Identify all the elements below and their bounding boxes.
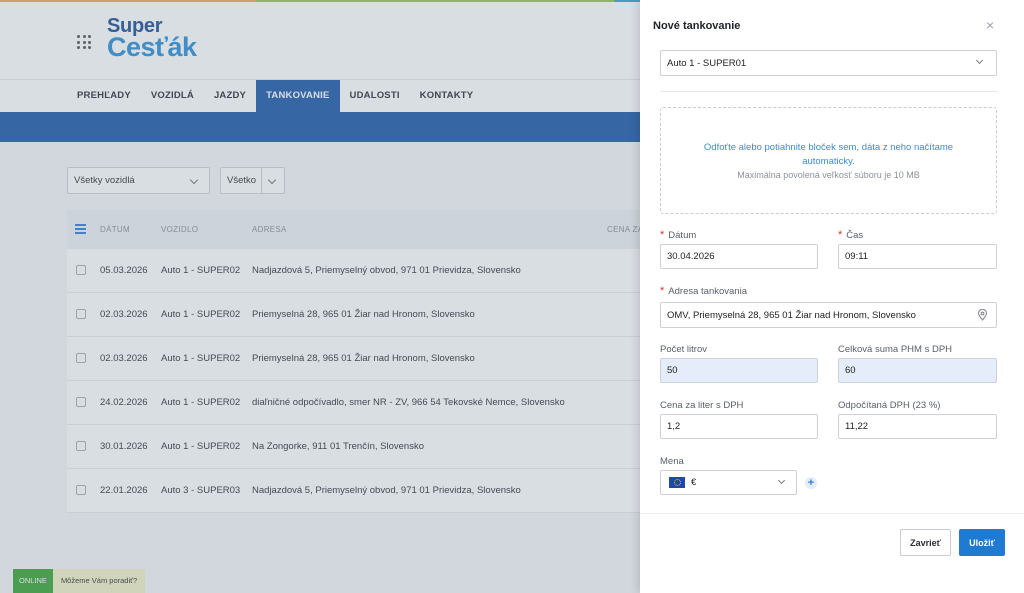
required-marker: *	[660, 285, 665, 297]
vat-label: Odpočítaná DPH (23 %)	[838, 400, 941, 411]
new-refueling-panel: Nové tankovanie × Auto 1 - SUPER01 Odfoť…	[640, 0, 1024, 593]
unit-price-label: Cena za liter s DPH	[660, 400, 744, 411]
unit-price-field[interactable]: 1,2	[660, 414, 818, 439]
currency-label: Mena	[660, 456, 684, 467]
address-label-text: Adresa tankovania	[668, 286, 747, 297]
address-field[interactable]: OMV, Priemyselná 28, 965 01 Žiar nad Hro…	[660, 302, 997, 328]
date-field[interactable]: 30.04.2026	[660, 244, 818, 269]
required-marker: *	[838, 229, 843, 241]
dropzone-text: Odfoťte alebo potiahnite bloček sem, dát…	[703, 142, 954, 167]
liters-label: Počet litrov	[660, 344, 707, 355]
time-field-value: 09:11	[845, 251, 869, 262]
total-field-value: 60	[845, 365, 856, 376]
location-pin-icon[interactable]	[977, 309, 988, 321]
vehicle-select[interactable]: Auto 1 - SUPER01	[660, 50, 997, 76]
close-icon[interactable]: ×	[986, 18, 994, 32]
panel-footer: Zavrieť Uložiť	[640, 513, 1024, 593]
dropzone-hint: Maximálna povolená veľkosť súboru je 10 …	[737, 170, 920, 180]
eu-flag-icon	[669, 477, 685, 488]
liters-field[interactable]: 50	[660, 358, 818, 383]
address-field-value: OMV, Priemyselná 28, 965 01 Žiar nad Hro…	[667, 309, 916, 321]
time-label-text: Čas	[846, 230, 864, 241]
save-button[interactable]: Uložiť	[959, 529, 1005, 556]
date-label-text: Dátum	[668, 230, 697, 241]
receipt-dropzone[interactable]: Odfoťte alebo potiahnite bloček sem, dát…	[660, 107, 997, 214]
required-marker: *	[660, 229, 665, 241]
panel-title: Nové tankovanie	[653, 20, 741, 32]
time-label: * Čas	[838, 229, 863, 241]
currency-select[interactable]: €	[660, 470, 797, 495]
unit-price-field-value: 1,2	[667, 421, 681, 432]
total-label: Celková suma PHM s DPH	[838, 344, 953, 355]
date-field-value: 30.04.2026	[667, 251, 715, 262]
address-label: * Adresa tankovania	[660, 285, 747, 297]
close-button[interactable]: Zavrieť	[900, 529, 951, 556]
vehicle-select-value: Auto 1 - SUPER01	[667, 57, 747, 69]
chevron-down-icon	[975, 56, 984, 65]
liters-field-value: 50	[667, 365, 678, 376]
chevron-down-icon	[777, 476, 786, 485]
vat-field-value: 11,22	[845, 421, 869, 432]
date-label: * Dátum	[660, 229, 696, 241]
total-field[interactable]: 60	[838, 358, 997, 383]
currency-select-value: €	[691, 477, 697, 488]
divider	[660, 91, 997, 92]
time-field[interactable]: 09:11	[838, 244, 997, 269]
vat-field[interactable]: 11,22	[838, 414, 997, 439]
add-currency-button[interactable]: +	[805, 477, 817, 489]
